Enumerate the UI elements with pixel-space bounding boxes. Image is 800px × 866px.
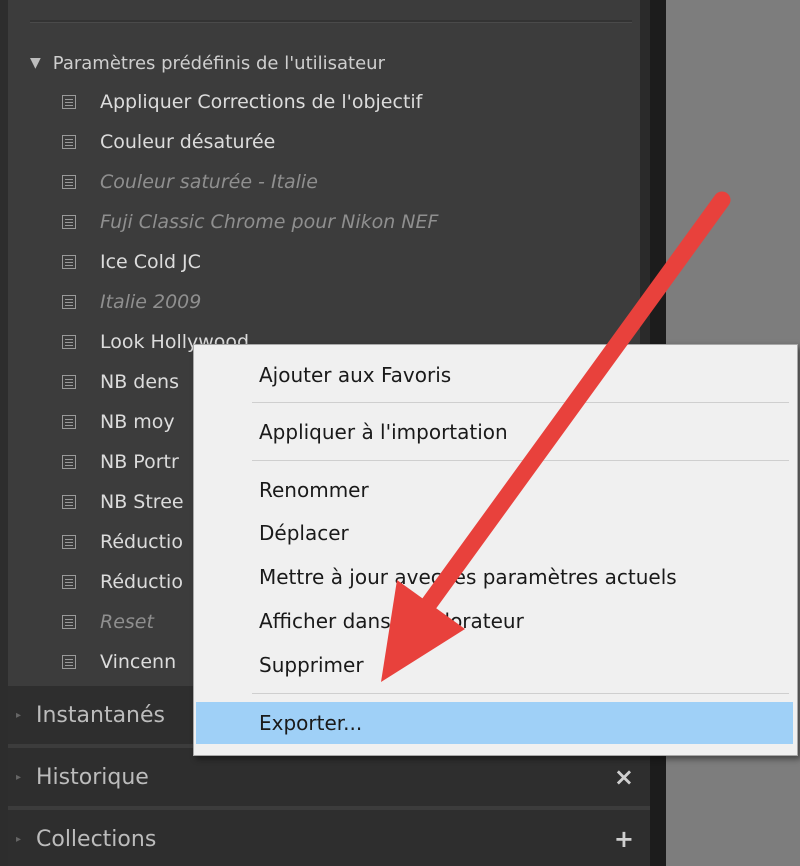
menu-item-rename[interactable]: Renommer [194, 473, 797, 507]
menu-separator [252, 693, 789, 694]
menu-item-label: Renommer [259, 478, 369, 502]
preset-label: NB Stree [100, 491, 184, 513]
menu-item-label: Supprimer [259, 653, 364, 677]
menu-item-show-in-explorer[interactable]: Afficher dans l'explorateur [194, 604, 797, 638]
preset-icon [62, 495, 76, 509]
collapsed-triangle-icon[interactable]: ▸ [16, 834, 21, 845]
preset-icon [62, 615, 76, 629]
preset-label: Reset [100, 611, 154, 633]
preset-item[interactable]: Reset [62, 607, 154, 637]
preset-label: Vincenn [100, 651, 177, 673]
menu-item-update-settings[interactable]: Mettre à jour avec les paramètres actuel… [194, 560, 797, 594]
preset-item[interactable]: Italie 2009 [62, 287, 201, 317]
section-label: Historique [36, 764, 149, 790]
top-separator [30, 20, 632, 23]
preset-item[interactable]: Couleur désaturée [62, 127, 275, 157]
preset-icon [62, 175, 76, 189]
preset-icon [62, 455, 76, 469]
preset-item[interactable]: Vincenn [62, 647, 176, 677]
menu-item-label: Afficher dans l'explorateur [259, 609, 524, 633]
preset-icon [62, 535, 76, 549]
preset-item[interactable]: Couleur saturée - Italie [62, 167, 318, 197]
preset-item[interactable]: NB moy [62, 407, 175, 437]
folder-label: Paramètres prédéfinis de l'utilisateur [52, 52, 385, 74]
preset-icon [62, 95, 76, 109]
preset-icon [62, 135, 76, 149]
preset-label: NB dens [100, 371, 179, 393]
preset-label: Italie 2009 [100, 291, 202, 313]
preset-item[interactable]: NB Portr [62, 447, 179, 477]
presets-folder-user[interactable]: ▼ Paramètres prédéfinis de l'utilisateur [30, 50, 385, 76]
preset-label: Réductio [100, 571, 183, 593]
menu-item-apply-on-import[interactable]: Appliquer à l'importation [194, 415, 797, 449]
preset-icon [62, 215, 76, 229]
preset-item[interactable]: NB Stree [62, 487, 184, 517]
section-collections[interactable]: ▸ Collections + [8, 810, 650, 866]
collapsed-triangle-icon[interactable]: ▸ [16, 710, 21, 721]
preset-label: NB moy [100, 411, 175, 433]
context-menu: Ajouter aux Favoris Appliquer à l'import… [193, 344, 798, 756]
preset-label: Appliquer Corrections de l'objectif [100, 91, 423, 113]
preset-label: Ice Cold JC [100, 251, 201, 273]
section-label: Instantanés [36, 702, 165, 728]
section-label: Collections [36, 826, 157, 852]
preset-label: NB Portr [100, 451, 179, 473]
preset-icon [62, 295, 76, 309]
menu-item-label: Appliquer à l'importation [259, 420, 508, 444]
menu-item-delete[interactable]: Supprimer [194, 648, 797, 682]
preset-icon [62, 255, 76, 269]
preset-item[interactable]: Réductio [62, 567, 183, 597]
preset-item[interactable]: Ice Cold JC [62, 247, 201, 277]
preset-item[interactable]: Fuji Classic Chrome pour Nikon NEF [62, 207, 438, 237]
menu-item-move[interactable]: Déplacer [194, 516, 797, 550]
preset-item[interactable]: Réductio [62, 527, 183, 557]
menu-item-label: Mettre à jour avec les paramètres actuel… [259, 565, 677, 589]
preset-label: Fuji Classic Chrome pour Nikon NEF [100, 211, 439, 233]
menu-item-label: Déplacer [259, 521, 349, 545]
menu-item-label: Ajouter aux Favoris [259, 363, 452, 387]
preset-label: Couleur saturée - Italie [100, 171, 318, 193]
preset-label: Réductio [100, 531, 183, 553]
panel-left-edge [0, 0, 8, 866]
add-collection-icon[interactable]: + [614, 825, 634, 853]
clear-history-icon[interactable]: × [614, 763, 634, 791]
section-history[interactable]: ▸ Historique × [8, 748, 650, 806]
preset-item[interactable]: NB dens [62, 367, 179, 397]
menu-separator [252, 402, 789, 403]
preset-icon [62, 575, 76, 589]
preset-icon [62, 415, 76, 429]
preset-icon [62, 335, 76, 349]
collapsed-triangle-icon[interactable]: ▸ [16, 772, 21, 783]
preset-icon [62, 375, 76, 389]
preset-icon [62, 655, 76, 669]
menu-item-add-favorites[interactable]: Ajouter aux Favoris [194, 358, 797, 392]
expand-triangle-icon[interactable]: ▼ [30, 55, 41, 71]
menu-item-export[interactable]: Exporter... [196, 702, 793, 744]
menu-item-label: Exporter... [259, 711, 363, 735]
preset-label: Couleur désaturée [100, 131, 276, 153]
preset-item[interactable]: Appliquer Corrections de l'objectif [62, 87, 422, 117]
menu-separator [252, 460, 789, 461]
